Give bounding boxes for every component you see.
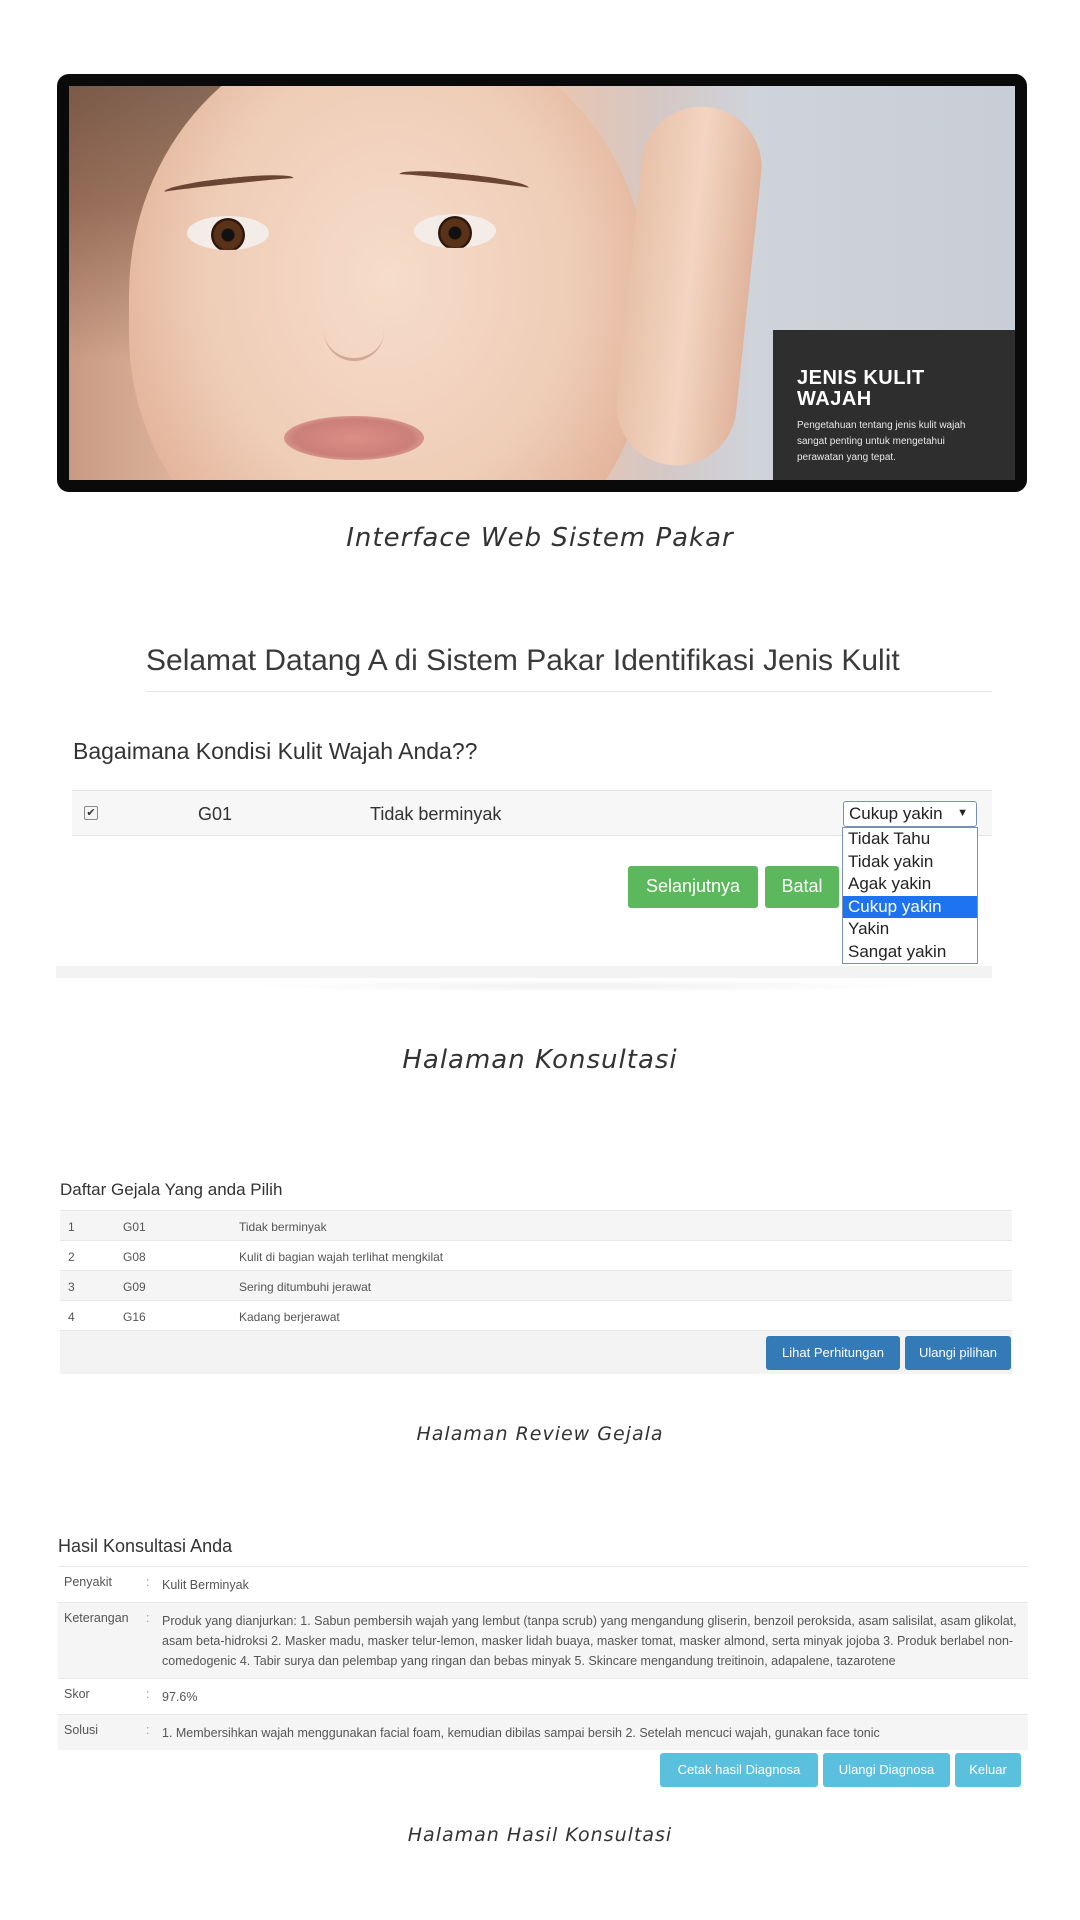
result-separator: : [146, 1687, 150, 1701]
title-divider [146, 691, 992, 692]
table-row: 4 G16 Kadang berjerawat [60, 1300, 1012, 1330]
row-number: 4 [68, 1310, 75, 1324]
result-heading: Hasil Konsultasi Anda [58, 1536, 233, 1556]
result-label: Solusi [64, 1723, 99, 1737]
banner-text-box: JENIS KULIT WAJAH Pengetahuan tentang je… [773, 330, 1015, 480]
panel-footer-bar [56, 966, 992, 978]
result-row-score: Skor : 97.6% [58, 1678, 1028, 1714]
table-row: 1 G01 Tidak berminyak [60, 1210, 1012, 1240]
print-diagnosis-button[interactable]: Cetak hasil Diagnosa [660, 1753, 818, 1787]
row-description: Kadang berjerawat [239, 1310, 340, 1324]
symptom-row: ✔ G01 Tidak berminyak Cukup yakin ▼ Tida… [72, 790, 992, 964]
symptom-code: G01 [198, 804, 233, 824]
repeat-selection-button[interactable]: Ulangi pilihan [905, 1336, 1011, 1370]
panel-shadow [236, 980, 936, 992]
result-actions: Cetak hasil Diagnosa Ulangi Diagnosa Kel… [58, 1750, 1028, 1794]
result-separator: : [146, 1575, 150, 1589]
result-row-solution: Solusi : 1. Membersihkan wajah menggunak… [58, 1714, 1028, 1750]
row-description: Tidak berminyak [239, 1220, 327, 1234]
row-number: 1 [68, 1220, 75, 1234]
row-code: G16 [123, 1310, 146, 1324]
welcome-title: Selamat Datang A di Sistem Pakar Identif… [146, 644, 900, 677]
certainty-select-value: Cukup yakin [849, 804, 943, 823]
result-separator: : [146, 1611, 150, 1625]
result-value: Produk yang dianjurkan: 1. Sabun pembers… [162, 1614, 1017, 1668]
question-heading: Bagaimana Kondisi Kulit Wajah Anda?? [73, 738, 478, 764]
certainty-option[interactable]: Sangat yakin [843, 941, 977, 964]
banner-title: JENIS KULIT WAJAH [797, 367, 925, 410]
table-row: 3 G09 Sering ditumbuhi jerawat [60, 1270, 1012, 1300]
result-value: Kulit Berminyak [162, 1578, 249, 1592]
banner-frame: JENIS KULIT WAJAH Pengetahuan tentang je… [57, 74, 1027, 492]
row-code: G09 [123, 1280, 146, 1294]
row-description: Kulit di bagian wajah terlihat mengkilat [239, 1250, 444, 1264]
banner-left-eye [187, 216, 269, 250]
caption-konsultasi: Halaman Konsultasi [402, 1045, 678, 1075]
result-row-description: Keterangan : Produk yang dianjurkan: 1. … [58, 1602, 1028, 1678]
caption-hasil: Halaman Hasil Konsultasi [407, 1824, 673, 1846]
banner-text: Pengetahuan tentang jenis kulit wajah sa… [797, 420, 966, 463]
row-number: 2 [68, 1250, 75, 1264]
row-code: G08 [123, 1250, 146, 1264]
result-label: Penyakit [64, 1575, 112, 1589]
exit-button[interactable]: Keluar [955, 1753, 1021, 1787]
certainty-option-selected[interactable]: Cukup yakin [843, 895, 977, 918]
row-code: G01 [123, 1220, 146, 1234]
repeat-diagnosis-button[interactable]: Ulangi Diagnosa [823, 1753, 950, 1787]
cancel-button[interactable]: Batal [765, 866, 839, 908]
table-row: 2 G08 Kulit di bagian wajah terlihat men… [60, 1240, 1012, 1270]
banner-image: JENIS KULIT WAJAH Pengetahuan tentang je… [69, 86, 1015, 480]
certainty-option[interactable]: Agak yakin [843, 873, 977, 896]
caption-review: Halaman Review Gejala [416, 1423, 664, 1445]
result-row-disease: Penyakit : Kulit Berminyak [58, 1566, 1028, 1602]
certainty-select[interactable]: Cukup yakin ▼ [843, 801, 977, 827]
result-label: Skor [64, 1687, 90, 1701]
result-separator: : [146, 1723, 150, 1737]
row-number: 3 [68, 1280, 75, 1294]
result-table: Penyakit : Kulit Berminyak Keterangan : … [58, 1566, 1028, 1794]
select-caret-icon: ▼ [957, 807, 968, 819]
banner-right-eye [414, 214, 496, 248]
review-actions: Lihat Perhitungan Ulangi pilihan [60, 1330, 1012, 1374]
caption-banner: Interface Web Sistem Pakar [346, 523, 734, 553]
symptom-review-table: 1 G01 Tidak berminyak 2 G08 Kulit di bag… [60, 1210, 1012, 1374]
symptom-checkbox[interactable]: ✔ [84, 806, 98, 820]
symptom-description: Tidak berminyak [370, 804, 502, 824]
view-calculation-button[interactable]: Lihat Perhitungan [766, 1336, 900, 1370]
result-value: 1. Membersihkan wajah menggunakan facial… [162, 1726, 880, 1740]
certainty-option[interactable]: Tidak Tahu [843, 828, 977, 851]
banner-lips [284, 416, 424, 460]
next-button[interactable]: Selanjutnya [628, 866, 758, 908]
certainty-option[interactable]: Tidak yakin [843, 851, 977, 874]
certainty-option[interactable]: Yakin [843, 918, 977, 941]
review-heading: Daftar Gejala Yang anda Pilih [60, 1180, 283, 1199]
result-value: 97.6% [162, 1690, 198, 1704]
result-label: Keterangan [64, 1611, 129, 1625]
consultation-panel: ✔ G01 Tidak berminyak Cukup yakin ▼ Tida… [56, 790, 992, 992]
row-description: Sering ditumbuhi jerawat [239, 1280, 372, 1294]
banner-hand-shape [610, 100, 768, 472]
certainty-options-list: Tidak Tahu Tidak yakin Agak yakin Cukup … [842, 827, 978, 964]
